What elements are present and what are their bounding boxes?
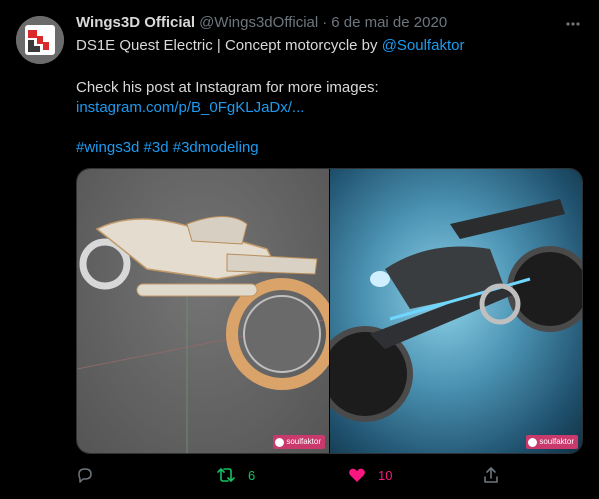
media-grid: soulfaktor soulfaktor xyxy=(76,168,583,454)
reply-button[interactable] xyxy=(76,464,94,486)
mention-link[interactable]: @Soulfaktor xyxy=(382,37,465,54)
instagram-link[interactable]: instagram.com/p/B_0FgKLJaDx/... xyxy=(76,98,304,118)
tweet-text-line1: DS1E Quest Electric | Concept motorcycle… xyxy=(76,36,464,56)
more-button[interactable] xyxy=(563,14,583,34)
rendered-motorcycle-graphic xyxy=(317,199,582,422)
action-bar: 6 10 xyxy=(76,464,583,486)
tweet-header: Wings3D Official @Wings3dOfficial · 6 de… xyxy=(76,14,447,34)
retweet-icon xyxy=(217,468,235,482)
author-name[interactable]: Wings3D Official xyxy=(76,14,195,31)
rendered-motorcycle-image[interactable]: soulfaktor xyxy=(317,169,582,453)
watermark-text: soulfaktor xyxy=(539,437,574,446)
wireframe-motorcycle-graphic xyxy=(77,216,338,453)
retweet-count: 6 xyxy=(248,467,256,483)
tweet-date[interactable]: 6 de mai de 2020 xyxy=(331,14,447,31)
like-button[interactable]: 10 xyxy=(348,464,392,486)
avatar[interactable] xyxy=(16,16,64,64)
watermark-icon xyxy=(528,437,538,447)
separator-dot: · xyxy=(322,14,328,31)
hashtags[interactable]: #wings3d #3d #3dmodeling xyxy=(76,138,259,158)
share-button[interactable] xyxy=(482,464,500,486)
reply-icon xyxy=(78,468,92,483)
wings3d-logo-icon xyxy=(16,16,64,64)
watermark-text: soulfaktor xyxy=(286,437,321,446)
watermark-right: soulfaktor xyxy=(526,435,578,449)
like-count: 10 xyxy=(378,467,393,483)
tweet-text-line2: Check his post at Instagram for more ima… xyxy=(76,79,379,96)
watermark-left: soulfaktor xyxy=(273,435,325,449)
wireframe-render-image[interactable]: soulfaktor xyxy=(77,169,338,453)
more-icon xyxy=(566,22,580,26)
retweet-button[interactable]: 6 xyxy=(216,464,255,486)
tweet-card: Wings3D Official @Wings3dOfficial · 6 de… xyxy=(0,0,599,499)
watermark-icon xyxy=(275,437,285,447)
share-icon xyxy=(484,467,498,483)
heart-icon xyxy=(349,468,365,482)
author-handle[interactable]: @Wings3dOfficial xyxy=(199,14,318,31)
tweet-text: DS1E Quest Electric | Concept motorcycle… xyxy=(76,37,382,54)
